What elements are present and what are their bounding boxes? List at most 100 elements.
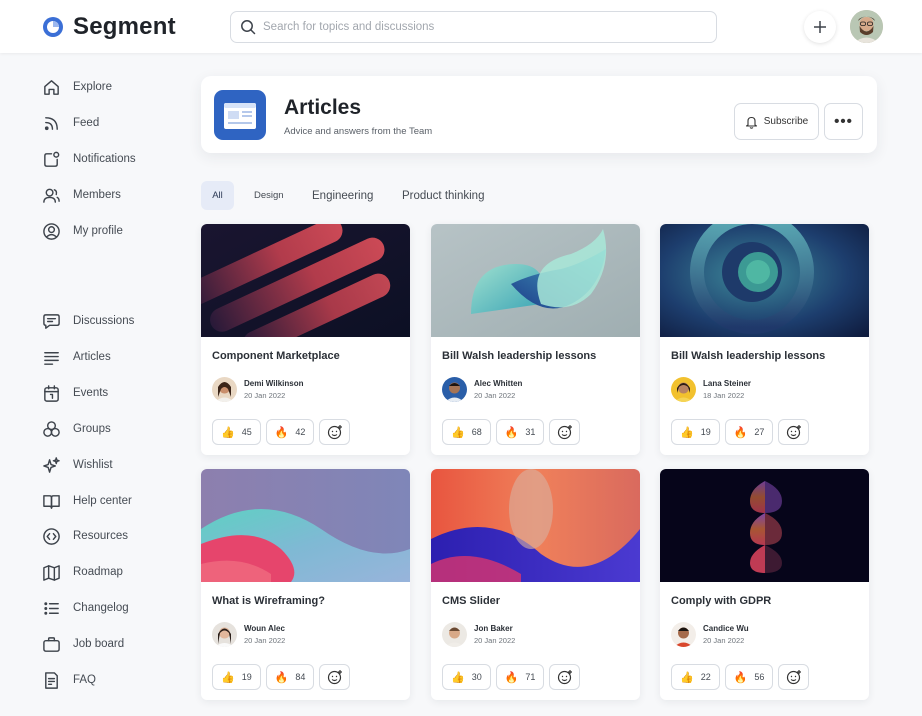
search-input[interactable] xyxy=(263,21,703,33)
sidebar-item-wishlist[interactable]: Wishlist xyxy=(41,454,113,476)
search-icon xyxy=(241,20,256,35)
article-card[interactable]: Bill Walsh leadership lessons Alec Whitt… xyxy=(431,224,640,455)
sidebar-item-roadmap[interactable]: Roadmap xyxy=(41,561,123,583)
add-reaction-button[interactable] xyxy=(549,419,581,445)
tab-all[interactable]: All xyxy=(201,181,234,210)
subscribe-label: Subscribe xyxy=(763,116,809,127)
post-date: 20 Jan 2022 xyxy=(244,636,286,645)
like-count: 45 xyxy=(241,427,252,437)
brand-logo[interactable]: Segment xyxy=(41,13,176,41)
like-reaction-button[interactable]: 👍 68 xyxy=(442,419,491,445)
sidebar-item-help-center[interactable]: Help center xyxy=(41,490,132,512)
article-author[interactable]: Lana Steiner 18 Jan 2022 xyxy=(671,377,751,402)
subscribe-button[interactable]: Subscribe xyxy=(734,103,819,140)
article-cover-image xyxy=(431,469,640,582)
tab-design[interactable]: Design xyxy=(243,181,295,210)
article-author[interactable]: Woun Alec 20 Jan 2022 xyxy=(212,622,285,647)
reactions-bar: 👍 68 🔥 31 xyxy=(442,419,581,445)
sidebar-item-notifications[interactable]: Notifications xyxy=(41,148,136,170)
article-author[interactable]: Candice Wu 20 Jan 2022 xyxy=(671,622,749,647)
article-card[interactable]: CMS Slider Jon Baker 20 Jan 2022 👍 30 🔥 71 xyxy=(431,469,640,700)
rss-icon xyxy=(41,113,61,133)
sidebar-item-label: Feed xyxy=(73,117,100,129)
like-reaction-button[interactable]: 👍 30 xyxy=(442,664,491,690)
users-icon xyxy=(41,185,61,205)
fire-icon: 🔥 xyxy=(274,671,289,684)
author-name: Alec Whitten xyxy=(474,379,523,388)
sidebar-item-groups[interactable]: Groups xyxy=(41,418,111,440)
like-count: 19 xyxy=(700,427,711,437)
sidebar-item-job-board[interactable]: Job board xyxy=(41,633,124,655)
search-bar[interactable] xyxy=(230,11,717,43)
article-title[interactable]: CMS Slider xyxy=(442,595,500,607)
sidebar-item-explore[interactable]: Explore xyxy=(41,76,112,98)
add-reaction-button[interactable] xyxy=(549,664,581,690)
sidebar-item-events[interactable]: Events xyxy=(41,382,108,404)
plus-icon xyxy=(814,21,826,33)
sidebar-item-discussions[interactable]: Discussions xyxy=(41,310,134,332)
fire-icon: 🔥 xyxy=(733,671,748,684)
article-title[interactable]: Comply with GDPR xyxy=(671,595,771,607)
add-reaction-button[interactable] xyxy=(778,419,810,445)
article-author[interactable]: Alec Whitten 20 Jan 2022 xyxy=(442,377,522,402)
tab-engineering[interactable]: Engineering xyxy=(301,181,384,210)
post-date: 20 Jan 2022 xyxy=(474,636,516,645)
article-card[interactable]: Comply with GDPR Candice Wu 20 Jan 2022 … xyxy=(660,469,869,700)
thumbs-up-icon: 👍 xyxy=(451,671,465,684)
article-author[interactable]: Jon Baker 20 Jan 2022 xyxy=(442,622,515,647)
user-avatar[interactable] xyxy=(850,10,883,43)
more-options-button[interactable]: ••• xyxy=(824,103,863,140)
avatar xyxy=(442,377,467,402)
tab-product-thinking[interactable]: Product thinking xyxy=(391,181,495,210)
article-card[interactable]: What is Wireframing? Woun Alec 20 Jan 20… xyxy=(201,469,410,700)
fire-reaction-button[interactable]: 🔥 56 xyxy=(724,664,774,690)
article-author[interactable]: Demi Wilkinson 20 Jan 2022 xyxy=(212,377,304,402)
article-cover-image xyxy=(660,224,869,337)
sidebar-item-articles[interactable]: Articles xyxy=(41,346,111,368)
article-title[interactable]: What is Wireframing? xyxy=(212,595,325,607)
article-title[interactable]: Component Marketplace xyxy=(212,350,340,362)
add-reaction-button[interactable] xyxy=(319,664,351,690)
sidebar-item-changelog[interactable]: Changelog xyxy=(41,597,129,619)
sidebar-item-feed[interactable]: Feed xyxy=(41,112,99,134)
add-emoji-icon xyxy=(327,425,342,440)
add-emoji-icon xyxy=(557,425,572,440)
add-emoji-icon xyxy=(557,670,572,685)
add-reaction-button[interactable] xyxy=(778,664,810,690)
like-reaction-button[interactable]: 👍 45 xyxy=(212,419,261,445)
sidebar-item-label: Discussions xyxy=(73,315,135,327)
articles-header-card: Articles Advice and answers from the Tea… xyxy=(201,76,877,153)
fire-reaction-button[interactable]: 🔥 31 xyxy=(495,419,545,445)
user-circle-icon xyxy=(41,221,61,241)
sidebar-item-my-profile[interactable]: My profile xyxy=(41,220,123,242)
like-reaction-button[interactable]: 👍 19 xyxy=(671,419,720,445)
article-title[interactable]: Bill Walsh leadership lessons xyxy=(442,350,596,362)
author-name: Lana Steiner xyxy=(703,379,752,388)
article-cover-image xyxy=(201,224,410,337)
article-title[interactable]: Bill Walsh leadership lessons xyxy=(671,350,825,362)
sidebar-item-members[interactable]: Members xyxy=(41,184,121,206)
sidebar-item-resources[interactable]: Resources xyxy=(41,525,128,547)
article-card[interactable]: Component Marketplace Demi Wilkinson 20 … xyxy=(201,224,410,455)
sidebar-item-faq[interactable]: FAQ xyxy=(41,669,96,691)
fire-reaction-button[interactable]: 🔥 42 xyxy=(265,419,315,445)
like-reaction-button[interactable]: 👍 19 xyxy=(212,664,261,690)
author-name: Demi Wilkinson xyxy=(244,379,304,388)
thumbs-up-icon: 👍 xyxy=(221,426,235,439)
create-button[interactable] xyxy=(804,11,836,43)
fire-reaction-button[interactable]: 🔥 27 xyxy=(724,419,774,445)
reactions-bar: 👍 19 🔥 84 xyxy=(212,664,351,690)
list-icon xyxy=(41,598,61,618)
fire-reaction-button[interactable]: 🔥 84 xyxy=(265,664,315,690)
fire-reaction-button[interactable]: 🔥 71 xyxy=(495,664,545,690)
sidebar-item-label: Groups xyxy=(73,423,111,435)
add-reaction-button[interactable] xyxy=(319,419,351,445)
like-count: 19 xyxy=(241,672,252,682)
groups-icon xyxy=(41,419,61,439)
post-date: 18 Jan 2022 xyxy=(703,391,745,400)
like-count: 30 xyxy=(471,672,482,682)
like-reaction-button[interactable]: 👍 22 xyxy=(671,664,720,690)
reactions-bar: 👍 19 🔥 27 xyxy=(671,419,810,445)
article-card[interactable]: Bill Walsh leadership lessons Lana Stein… xyxy=(660,224,869,455)
avatar xyxy=(671,622,696,647)
